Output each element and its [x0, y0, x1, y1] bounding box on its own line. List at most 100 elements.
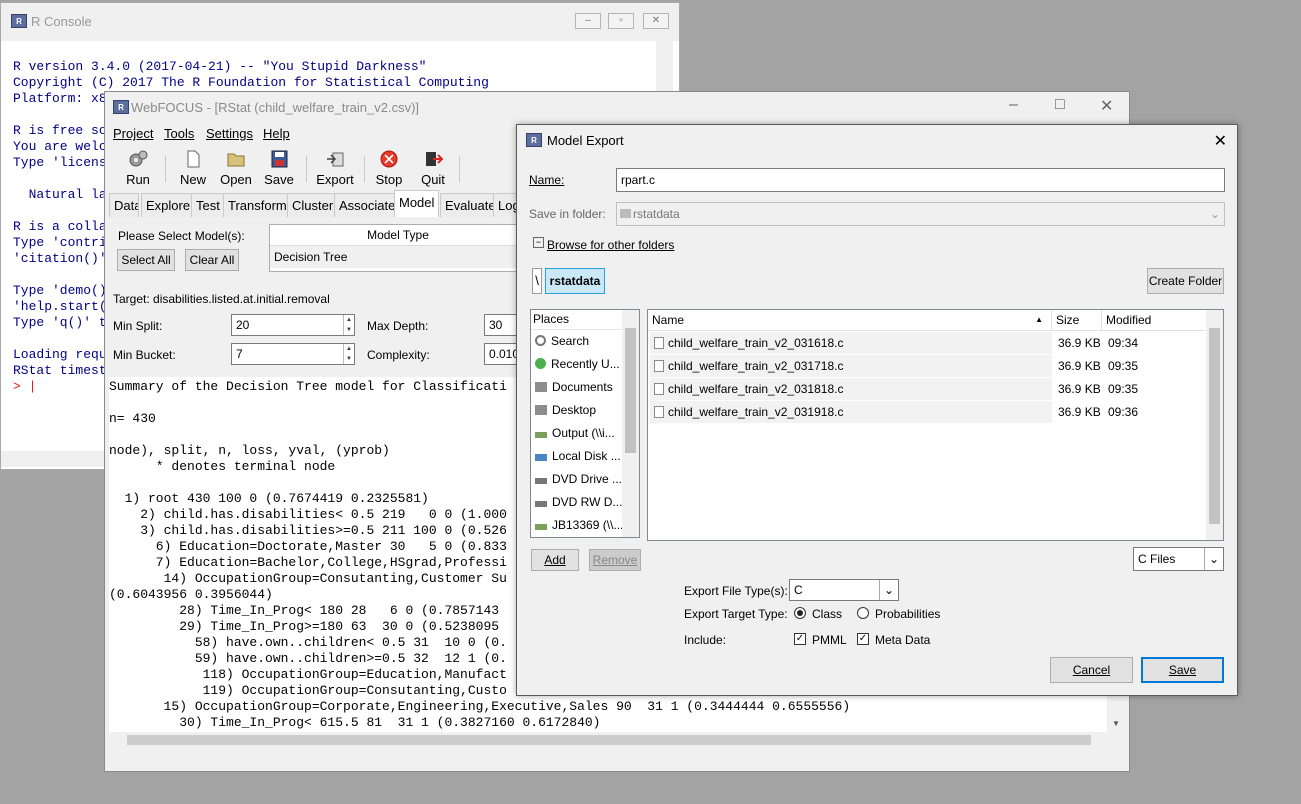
magnifier-icon: [535, 335, 546, 346]
close-icon[interactable]: ✕: [1100, 96, 1113, 116]
r-app-icon: R: [11, 14, 27, 28]
file-row[interactable]: child_welfare_train_v2_031918.c 36.9 KB 09…: [648, 401, 1208, 424]
menu-help[interactable]: Help: [263, 126, 290, 141]
cancel-button[interactable]: Cancel: [1050, 657, 1133, 683]
create-folder-button[interactable]: Create Folder: [1147, 268, 1224, 294]
file-list-scrollbar[interactable]: [1206, 310, 1223, 540]
file-row[interactable]: child_welfare_train_v2_031618.c 36.9 KB 09…: [648, 332, 1208, 355]
save-button[interactable]: Save: [1141, 657, 1224, 683]
model-type-list[interactable]: Model Type Decision Tree: [269, 224, 527, 272]
network-drive-icon: [535, 432, 547, 438]
maximize-icon[interactable]: □: [1055, 96, 1065, 114]
toolbar-separator: [165, 156, 166, 182]
file-icon: [654, 360, 664, 372]
close-icon[interactable]: ✕: [643, 13, 669, 29]
run-gears-icon: [128, 150, 148, 168]
tab-transform[interactable]: Transform: [223, 193, 292, 217]
stop-icon: [379, 150, 399, 168]
model-export-dialog: R Model Export ✕ Name: rpart.c Save in f…: [516, 124, 1238, 696]
probabilities-radio-label[interactable]: Probabilities: [875, 607, 940, 621]
export-button[interactable]: Export: [313, 150, 357, 187]
file-list: Name ▲ Size Modified child_welfare_train_…: [647, 309, 1224, 541]
max-depth-spinner[interactable]: 30: [484, 314, 519, 336]
pmml-checkbox-label[interactable]: PMML: [812, 633, 847, 647]
file-filter-select[interactable]: C Files ⌄: [1133, 547, 1224, 571]
tab-associate[interactable]: Associate: [334, 193, 401, 217]
spinner-arrows-icon[interactable]: ▲ ▼: [343, 344, 354, 364]
tab-explore[interactable]: Explore: [141, 193, 196, 217]
spinner-arrows-icon[interactable]: ▲ ▼: [343, 315, 354, 335]
summary-hscrollbar[interactable]: [109, 732, 1109, 748]
open-folder-icon: [226, 150, 246, 168]
model-type-header[interactable]: Model Type: [270, 225, 526, 246]
complexity-label: Complexity:: [367, 348, 430, 362]
tab-evaluate[interactable]: Evaluate: [440, 193, 501, 217]
run-button[interactable]: Run: [116, 150, 160, 187]
browse-folders-toggle[interactable]: Browse for other folders: [547, 238, 674, 252]
meta-data-checkbox-label[interactable]: Meta Data: [875, 633, 930, 647]
close-icon[interactable]: ✕: [1214, 131, 1227, 151]
min-bucket-spinner[interactable]: 7 ▲ ▼: [231, 343, 355, 365]
restore-icon[interactable]: ▫: [608, 13, 634, 29]
complexity-spinner[interactable]: 0.010: [484, 343, 519, 365]
column-name[interactable]: Name ▲: [648, 310, 1052, 330]
min-split-spinner[interactable]: 20 ▲ ▼: [231, 314, 355, 336]
new-button[interactable]: New: [171, 150, 215, 187]
path-current-button[interactable]: rstatdata: [545, 268, 605, 294]
column-size[interactable]: Size: [1052, 310, 1102, 330]
toolbar-separator: [459, 156, 460, 182]
new-file-icon: [183, 150, 203, 168]
dvd-drive-icon: [535, 478, 547, 484]
minimize-icon[interactable]: –: [1009, 96, 1018, 114]
chevron-down-icon[interactable]: ⌄: [1210, 203, 1220, 225]
dvd-drive-icon: [535, 501, 547, 507]
open-button[interactable]: Open: [214, 150, 258, 187]
quit-button[interactable]: Quit: [411, 150, 455, 187]
dialog-title: Model Export: [547, 133, 624, 148]
file-icon: [654, 406, 664, 418]
file-row[interactable]: child_welfare_train_v2_031818.c 36.9 KB 09…: [648, 378, 1208, 401]
stop-button[interactable]: Stop: [367, 150, 411, 187]
path-root-button[interactable]: \: [532, 268, 542, 294]
collapse-icon[interactable]: −: [533, 237, 544, 248]
name-label: Name:: [529, 173, 565, 187]
menu-tools[interactable]: Tools: [164, 126, 194, 141]
model-type-row[interactable]: Decision Tree: [270, 246, 526, 268]
r-console-titlebar[interactable]: R R Console – ▫ ✕: [1, 3, 679, 41]
menu-project[interactable]: Project: [113, 126, 153, 141]
tab-model[interactable]: Model: [394, 190, 440, 217]
tab-test[interactable]: Test: [191, 193, 225, 217]
class-radio[interactable]: [794, 607, 806, 619]
clear-all-button[interactable]: Clear All: [185, 249, 239, 271]
meta-data-checkbox[interactable]: ✓: [857, 633, 869, 645]
tab-data[interactable]: Data: [109, 193, 139, 217]
class-radio-label[interactable]: Class: [812, 607, 842, 621]
probabilities-radio[interactable]: [857, 607, 869, 619]
toolbar-separator: [364, 156, 365, 182]
save-in-folder-select[interactable]: rstatdata ⌄: [616, 202, 1225, 226]
add-button[interactable]: Add: [531, 549, 579, 571]
summary-line: 30) Time_In_Prog< 615.5 81 31 1 (0.38271…: [109, 715, 601, 730]
file-icon: [654, 383, 664, 395]
select-all-button[interactable]: Select All: [117, 249, 175, 271]
scroll-down-icon[interactable]: ▼: [1112, 719, 1120, 728]
console-line: R version 3.4.0 (2017-04-21) -- "You Stu…: [13, 59, 427, 74]
chevron-down-icon[interactable]: ⌄: [1204, 548, 1223, 570]
pmml-checkbox[interactable]: ✓: [794, 633, 806, 645]
network-drive-icon: [535, 524, 547, 530]
export-file-type-select[interactable]: C ⌄: [789, 579, 899, 601]
min-bucket-label: Min Bucket:: [113, 348, 176, 362]
r-console-title: R Console: [31, 14, 92, 29]
name-input[interactable]: rpart.c: [616, 168, 1225, 192]
minimize-icon[interactable]: –: [575, 13, 601, 29]
export-icon: [325, 150, 345, 168]
column-modified[interactable]: Modified: [1102, 310, 1208, 330]
tab-cluster[interactable]: Cluster: [287, 193, 339, 217]
remove-button[interactable]: Remove: [589, 549, 641, 571]
file-row[interactable]: child_welfare_train_v2_031718.c 36.9 KB 09…: [648, 355, 1208, 378]
save-toolbar-button[interactable]: Save: [257, 150, 301, 187]
places-scrollbar[interactable]: [622, 310, 639, 537]
menu-settings[interactable]: Settings: [206, 126, 253, 141]
save-disk-icon: [269, 150, 289, 168]
chevron-down-icon[interactable]: ⌄: [879, 580, 898, 600]
